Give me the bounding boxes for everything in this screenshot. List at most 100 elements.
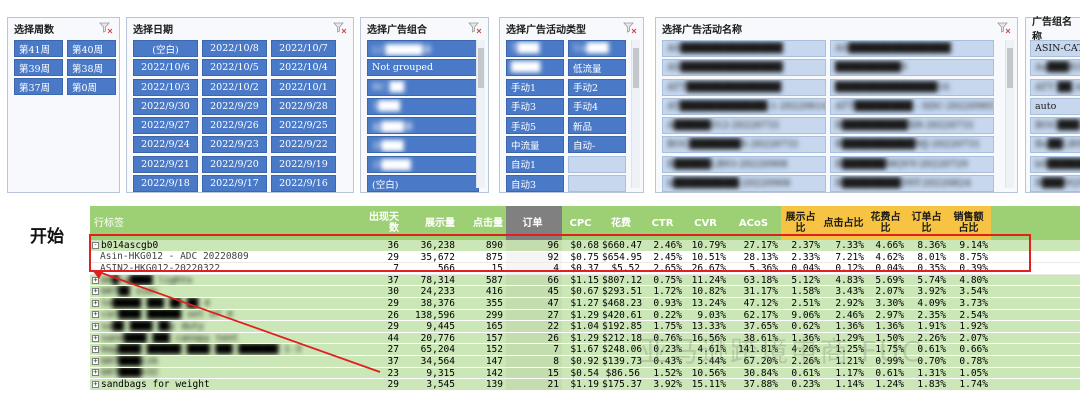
slicer-campaign-name-item[interactable]: b█████████-20220908 [662,175,826,193]
slicer-ad-group-item[interactable]: 运███袋 [367,117,479,135]
slicer-campaign-name-item[interactable]: A█████012-20220731 [662,117,826,135]
slicer-campaign-type-item[interactable]: 自动- [568,136,626,154]
slicer-dates-item[interactable]: 2022/9/20 [202,155,267,173]
expand-icon[interactable]: + [92,311,99,319]
slicer-dates-item[interactable]: 2022/9/16 [271,175,336,193]
table-row[interactable]: + mag████ ██████ ████ ███ ███████ 1-3 27 65… [90,344,1080,356]
slicer-campaign-type-item[interactable]: Ua███ [568,40,626,57]
slicer-campaign-type-item[interactable]: 自动1 [506,155,564,173]
clear-filter-icon[interactable] [623,22,637,34]
table-row[interactable]: + sa██ ████ ██y duty 29 9,445 165 22 $1.04 $192… [90,321,1080,333]
slicer-campaign-name-item[interactable]: BOG███████S-20220731 [662,136,826,154]
slicer-campaign-name-item[interactable]: B█████████XH-20220731 [830,117,994,135]
pivot-header-cell[interactable]: 行标签 [90,206,362,240]
slicer-dates-item[interactable]: 2022/10/7 [271,40,336,57]
clear-filter-icon[interactable] [333,22,347,34]
clear-filter-icon[interactable] [99,22,113,34]
slicer-dates-item[interactable]: 2022/10/3 [133,78,198,96]
slicer-dates-item[interactable]: 2022/9/29 [202,97,267,115]
slicer-dates-item[interactable]: 2022/9/23 [202,136,267,154]
expand-icon[interactable]: + [92,288,99,296]
expand-icon[interactable]: + [92,346,99,354]
slicer-ad-group-name-item[interactable]: auto [1030,97,1080,115]
slicer-campaign-name-item[interactable]: AS██████████████ [830,40,994,57]
expand-icon[interactable]: + [92,357,99,365]
slicer-dates-item[interactable]: 2022/9/17 [202,175,267,193]
slicer-campaign-type-item[interactable] [568,175,626,193]
slicer-dates-item[interactable]: 2022/9/25 [271,117,336,135]
scrollbar-thumb[interactable] [1007,48,1013,88]
slicer-ad-group-name-item[interactable]: BOG███Z6R [1030,117,1080,135]
slicer-campaign-type-item[interactable]: 手动3 [506,97,564,115]
slicer-weeks-item[interactable]: 第0周 [67,78,116,95]
slicer-campaign-type-item[interactable] [568,155,626,173]
table-row[interactable]: + sand████ ███ canopy tent 44 20,776 157 26 $1… [90,332,1080,345]
slicer-campaign-name-item[interactable]: █████████9 [830,59,994,77]
slicer-dates-item[interactable]: 2022/10/5 [202,59,267,77]
expand-icon[interactable]: + [92,299,99,307]
slicer-campaign-name-item[interactable]: ATT████████ - SDC-20220905 [830,97,994,115]
slicer-campaign-type-item[interactable]: 手动4 [568,97,626,115]
slicer-scrollbar[interactable] [631,40,640,188]
expand-icon[interactable]: + [92,369,99,377]
table-row[interactable]: ASIN2-HKG012-20220322 7 566 15 4 $0.37 $5.52 2.… [90,263,1080,275]
slicer-ad-group-item[interactable]: 1███ [367,97,479,115]
slicer-campaign-type-item[interactable]: ████ [506,59,564,77]
slicer-campaign-type-item[interactable]: 自动3 [506,175,564,193]
slicer-weeks-item[interactable]: 第39周 [14,59,63,76]
table-row[interactable]: + b07██ s1dc 30 24,233 416 45 $0.67 $293.51 1.72… [90,286,1080,298]
clear-filter-icon[interactable] [468,22,482,34]
slicer-dates-item[interactable]: 2022/10/1 [271,78,336,96]
slicer-ad-group-item[interactable]: 小████ [367,155,479,173]
slicer-weeks-item[interactable]: 第37周 [14,78,63,95]
table-row[interactable]: + car████ ██████ set of 4 26 138,596 299 27 $1… [90,309,1080,322]
table-row[interactable]: Asin-HKG012 - ADC 20220809 29 35,672 875 92 $… [90,251,1080,264]
slicer-campaign-name-item[interactable]: B██████████MJ-20220731 [830,136,994,154]
slicer-ad-group-name-item[interactable]: ASIN-CAT [1030,40,1080,57]
slicer-dates-item[interactable]: 2022/9/24 [133,136,198,154]
slicer-campaign-type-item[interactable]: 手动1 [506,78,564,96]
slicer-campaign-name-item[interactable]: AT████████████-1-20220614 [662,97,826,115]
slicer-weeks-item[interactable]: 第38周 [67,59,116,76]
slicer-dates-item[interactable]: 2022/9/26 [202,117,267,135]
table-row[interactable]: + b0█ca████ lights 37 78,314 587 66 $1.15 $807.… [90,274,1080,287]
slicer-campaign-type-item[interactable]: 手动2 [568,78,626,96]
slicer-ad-group-item[interactable]: 沙███ [367,136,479,154]
slicer-dates-item[interactable]: 2022/10/8 [202,40,267,57]
slicer-ad-group-name-item[interactable]: As███KG0 [1030,59,1080,77]
slicer-ad-group-name-item[interactable]: Bo██LB93 [1030,136,1080,154]
slicer-campaign-name-item[interactable]: ██████████████16 [830,78,994,96]
table-row[interactable]: + te█████ ███ ██ ██ 4 29 38,376 355 47 $1.27 $4… [90,297,1080,310]
slicer-campaign-name-item[interactable]: B████████D9T-20220824 [830,175,994,193]
table-row[interactable]: - b014ascgb0 36 36,238 890 96 $0.68 $660.47 2.46… [90,240,1080,252]
expand-icon[interactable]: + [92,322,99,330]
slicer-ad-group-name-item[interactable]: b0████████ [1030,155,1080,173]
table-row[interactable]: + sandbags for weight 29 3,545 139 21 $1.19 $17… [90,379,1080,391]
slicer-ad-group-item[interactable]: LC█████袋 [367,40,479,57]
slicer-dates-item[interactable]: 2022/9/19 [271,155,336,173]
slicer-dates-item[interactable]: 2022/9/30 [133,97,198,115]
slicer-dates-item[interactable]: 2022/10/2 [202,78,267,96]
table-row[interactable]: + b07████czk 37 34,564 147 8 $0.92 $139.73 0.43%… [90,355,1080,368]
slicer-campaign-type-item[interactable]: 中流量 [506,136,564,154]
slicer-campaign-name-item[interactable]: B██████MQVV-20220729 [830,155,994,173]
expand-icon[interactable]: + [92,276,99,284]
slicer-campaign-type-item[interactable]: T███ [506,40,564,57]
scrollbar-thumb[interactable] [633,48,639,88]
slicer-dates-item[interactable]: 2022/10/6 [133,59,198,77]
slicer-campaign-name-item[interactable]: AS██████████████ [662,40,826,57]
slicer-dates-item[interactable]: 2022/10/4 [271,59,336,77]
slicer-campaign-name-item[interactable]: B█████LB93-20220908 [662,155,826,173]
expand-icon[interactable]: + [92,380,99,388]
clear-filter-icon[interactable] [997,22,1011,34]
slicer-ad-group-item[interactable]: Not grouped [367,59,479,77]
slicer-ad-group-name-item[interactable]: ATT ██ AS [1030,78,1080,96]
slicer-dates-item[interactable]: (空白) [133,40,198,57]
slicer-weeks-item[interactable]: 第41周 [14,40,63,57]
slicer-campaign-type-item[interactable]: 手动5 [506,117,564,135]
collapse-icon[interactable]: - [92,241,99,249]
slicer-campaign-name-item[interactable]: AS██████████████ [662,59,826,77]
slicer-campaign-type-item[interactable]: 新品 [568,117,626,135]
slicer-scrollbar[interactable] [1005,40,1014,188]
slicer-dates-item[interactable]: 2022/9/18 [133,175,198,193]
